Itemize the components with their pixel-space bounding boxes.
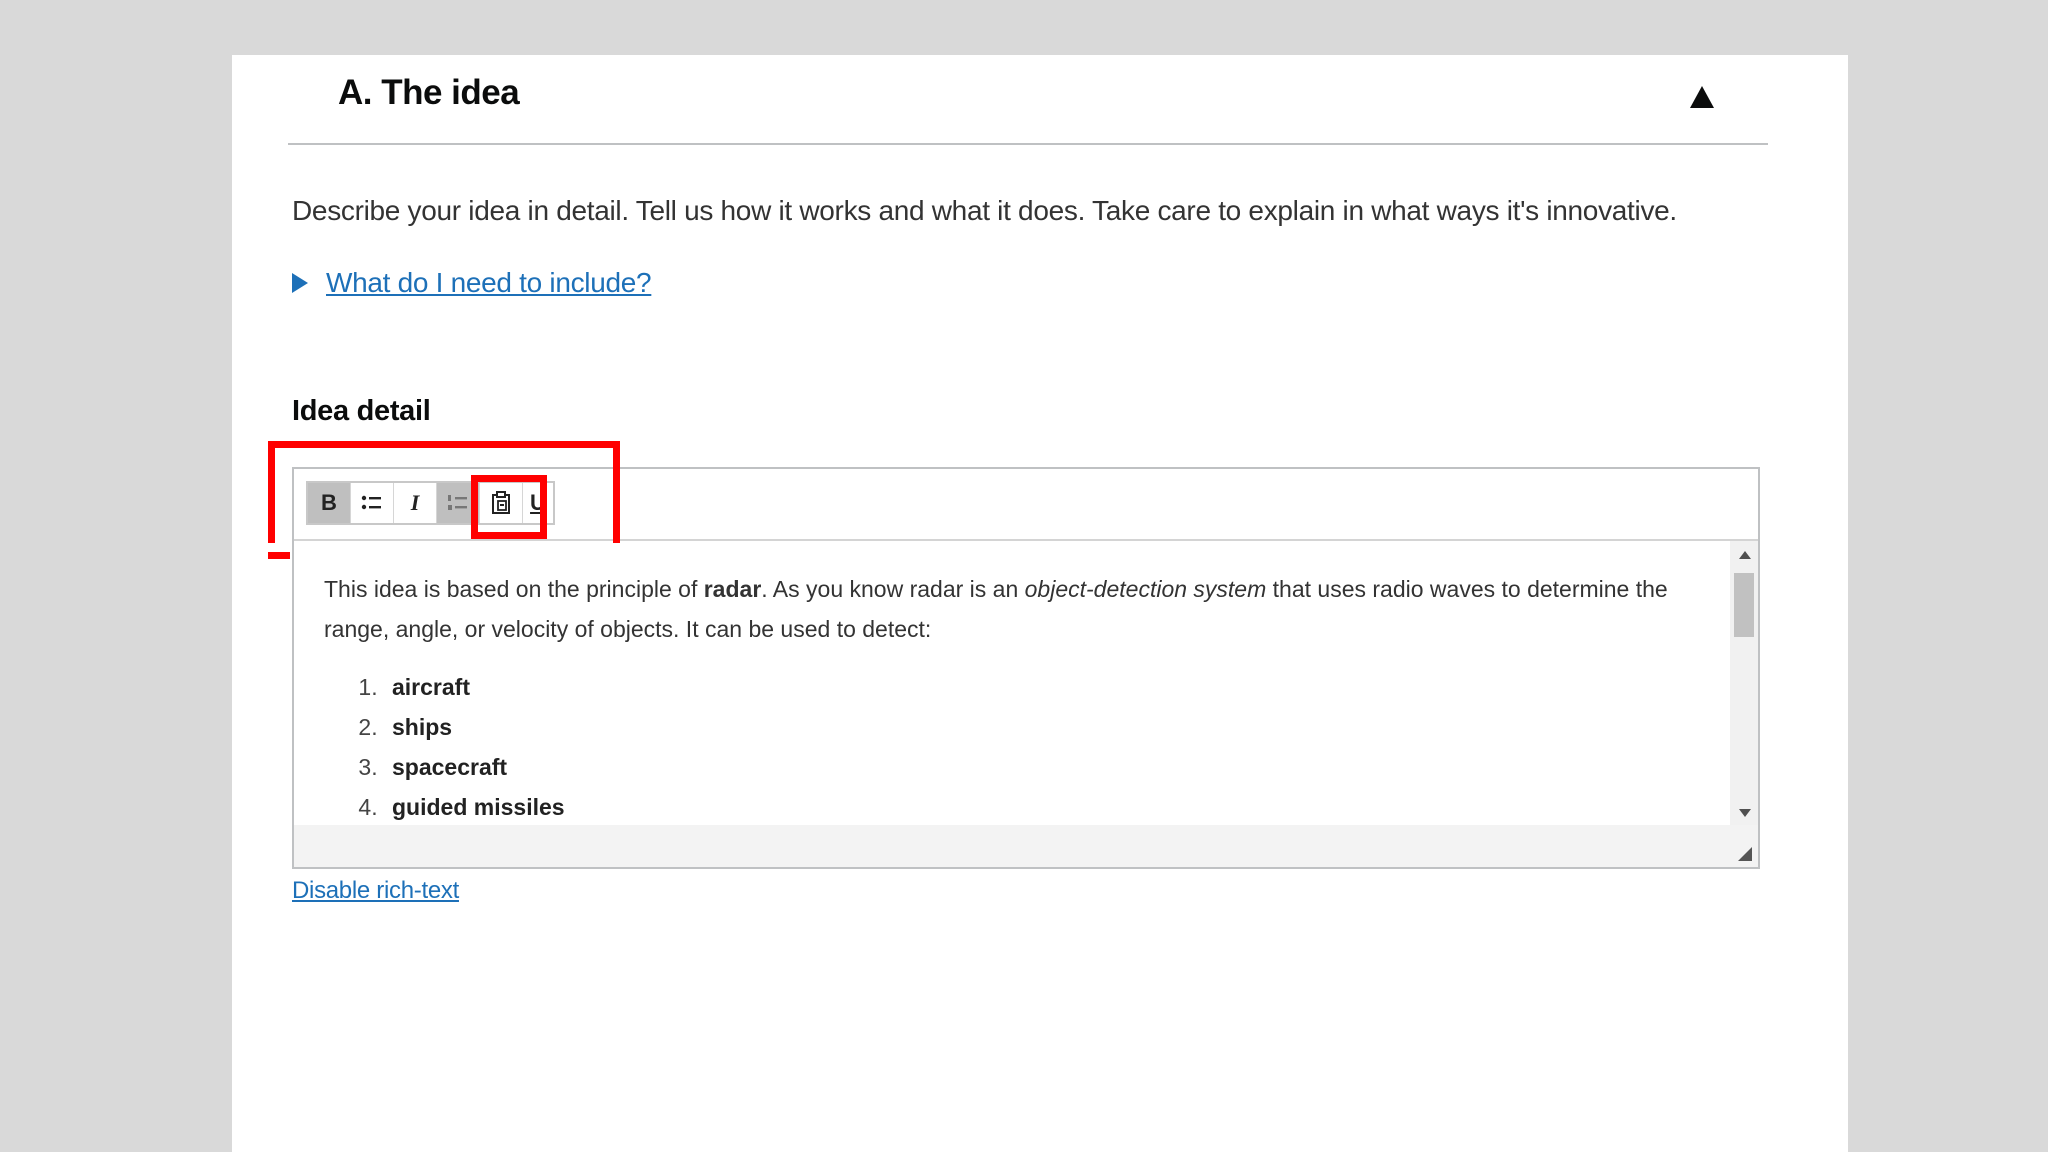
list-item: guided missiles — [384, 787, 1730, 827]
italic-icon: I — [410, 490, 420, 515]
editor-paragraph: This idea is based on the principle of r… — [324, 576, 1668, 642]
bold-button[interactable]: B — [308, 483, 351, 523]
paste-button[interactable] — [480, 483, 523, 523]
intro-text: Describe your idea in detail. Tell us ho… — [292, 195, 1677, 226]
triangle-right-icon — [292, 273, 308, 293]
idea-detail-label: Idea detail — [292, 395, 431, 427]
list-item: ships — [384, 707, 1730, 747]
list-item: aircraft — [384, 667, 1730, 707]
paste-icon — [492, 491, 510, 514]
form-page: A. The idea Describe your idea in detail… — [232, 55, 1848, 1152]
editor-scrollbar[interactable] — [1730, 541, 1758, 827]
collapse-toggle[interactable] — [1684, 79, 1720, 115]
rich-text-editor: B I U This idea is based on the principl… — [292, 467, 1760, 869]
section-header[interactable]: A. The idea — [288, 55, 1768, 145]
bold-icon: B — [321, 490, 337, 515]
scroll-down-icon[interactable] — [1739, 809, 1751, 817]
underline-button[interactable]: U — [523, 483, 553, 523]
editor-content[interactable]: This idea is based on the principle of r… — [294, 541, 1730, 827]
list-item: spacecraft — [384, 747, 1730, 787]
numbered-list-button[interactable] — [437, 483, 480, 523]
details-toggle[interactable]: What do I need to include? — [292, 267, 652, 299]
editor-toolbar: B I U — [294, 469, 1758, 541]
numbered-list-icon — [448, 495, 467, 510]
editor-numbered-list: aircraft ships spacecraft guided missile… — [354, 667, 1730, 827]
scroll-up-icon[interactable] — [1739, 551, 1751, 559]
bulleted-list-icon — [361, 495, 381, 510]
disable-rich-text-link[interactable]: Disable rich-text — [292, 877, 459, 905]
resize-handle-icon[interactable] — [1738, 847, 1752, 861]
toolbar-button-group: B I U — [306, 481, 555, 525]
details-link[interactable]: What do I need to include? — [326, 267, 652, 299]
triangle-up-icon — [1690, 86, 1714, 108]
underline-icon: U — [530, 490, 546, 515]
scroll-thumb[interactable] — [1734, 573, 1754, 637]
section-title: A. The idea — [338, 73, 520, 112]
bulleted-list-button[interactable] — [351, 483, 394, 523]
editor-statusbar — [294, 825, 1758, 867]
italic-button[interactable]: I — [394, 483, 437, 523]
